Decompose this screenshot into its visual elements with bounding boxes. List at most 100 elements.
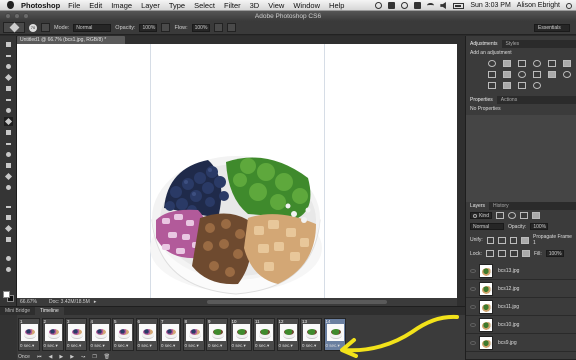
menu-window[interactable]: Window bbox=[293, 1, 320, 10]
previous-frame-icon[interactable]: ◀ bbox=[48, 354, 52, 360]
blur-tool[interactable] bbox=[4, 172, 13, 181]
healing-brush-tool[interactable] bbox=[4, 106, 13, 115]
eyedropper-tool[interactable] bbox=[4, 95, 13, 104]
frame-delay[interactable]: 0 sec.▾ bbox=[20, 343, 34, 349]
tween-icon[interactable]: ↝ bbox=[81, 354, 85, 360]
duplicate-frame-icon[interactable]: ❐ bbox=[92, 354, 96, 360]
mode-select[interactable]: Normal bbox=[73, 23, 112, 32]
unify-position-icon[interactable] bbox=[486, 236, 495, 244]
animation-frame[interactable]: 13 0 sec.▾ bbox=[300, 318, 322, 351]
menu-view[interactable]: View bbox=[268, 1, 284, 10]
loop-select[interactable]: Once bbox=[18, 354, 30, 360]
clone-stamp-tool[interactable] bbox=[4, 128, 13, 137]
eye-icon[interactable] bbox=[470, 304, 476, 309]
hand-tool[interactable] bbox=[4, 254, 13, 263]
minimize-button[interactable] bbox=[14, 13, 20, 19]
timemachine-icon[interactable] bbox=[401, 2, 409, 9]
hue-saturation-icon[interactable] bbox=[563, 60, 571, 67]
tool-preset-picker[interactable] bbox=[3, 22, 25, 33]
search-icon[interactable] bbox=[566, 2, 572, 9]
layer-row[interactable]: bcs12.jpg bbox=[466, 280, 576, 298]
brush-size-picker[interactable]: 70 bbox=[29, 23, 37, 32]
play-icon[interactable]: ▶ bbox=[59, 354, 63, 360]
color-lookup-icon[interactable] bbox=[548, 71, 556, 78]
frame-delay[interactable]: 0 sec.▾ bbox=[161, 343, 175, 349]
fill-field[interactable]: 100% bbox=[545, 250, 564, 257]
animation-frame[interactable]: 12 0 sec.▾ bbox=[276, 318, 299, 351]
frame-delay[interactable]: 0 sec.▾ bbox=[232, 343, 246, 349]
animation-frame[interactable]: 20 sec.▾ bbox=[41, 318, 64, 351]
crop-tool[interactable] bbox=[4, 84, 13, 93]
brush-tool[interactable] bbox=[4, 117, 13, 126]
animation-frame[interactable]: 10 0 sec.▾ bbox=[229, 318, 252, 351]
tab-properties[interactable]: Properties bbox=[466, 96, 497, 104]
panel-collapse-strip[interactable] bbox=[457, 36, 465, 306]
frame-delay[interactable]: 0 sec.▾ bbox=[279, 343, 293, 349]
frame-delay[interactable]: 0 sec.▾ bbox=[114, 343, 128, 349]
clock[interactable]: Sun 3:03 PM bbox=[470, 2, 510, 9]
pixel-filter-icon[interactable] bbox=[496, 212, 504, 219]
dodge-tool[interactable] bbox=[4, 183, 13, 192]
menu-3d[interactable]: 3D bbox=[250, 1, 260, 10]
frame-delay[interactable]: 0 sec.▾ bbox=[302, 343, 316, 349]
history-brush-tool[interactable] bbox=[4, 139, 13, 148]
selective-color-icon[interactable] bbox=[533, 82, 541, 89]
quick-selection-tool[interactable] bbox=[4, 73, 13, 82]
shape-tool[interactable] bbox=[4, 235, 13, 244]
zoom-level[interactable]: 66.67% bbox=[17, 299, 39, 305]
layer-row[interactable]: bcs11.jpg bbox=[466, 298, 576, 316]
frame-delay[interactable]: 0 sec.▾ bbox=[91, 343, 105, 349]
pressure-size-button[interactable] bbox=[226, 23, 236, 32]
frame-delay[interactable]: 0 sec.▾ bbox=[67, 343, 81, 349]
eraser-tool[interactable] bbox=[4, 150, 13, 159]
zoom-button[interactable] bbox=[23, 13, 29, 19]
invert-icon[interactable] bbox=[563, 71, 571, 78]
menu-select[interactable]: Select bbox=[194, 1, 215, 10]
shape-filter-icon[interactable] bbox=[532, 212, 540, 219]
gradient-map-icon[interactable] bbox=[518, 82, 526, 89]
menu-help[interactable]: Help bbox=[329, 1, 344, 10]
tab-mini-bridge[interactable]: Mini Bridge bbox=[0, 307, 35, 315]
battery-icon[interactable] bbox=[453, 2, 465, 9]
eye-icon[interactable] bbox=[470, 340, 476, 345]
animation-frame[interactable]: 70 sec.▾ bbox=[159, 318, 181, 351]
frame-delay[interactable]: 0 sec.▾ bbox=[255, 343, 269, 349]
pen-tool[interactable] bbox=[4, 202, 13, 211]
channel-mixer-icon[interactable] bbox=[533, 71, 541, 78]
animation-frame[interactable]: 14 0 sec.▾ bbox=[323, 318, 346, 351]
frame-delay[interactable]: 0 sec.▾ bbox=[326, 343, 340, 349]
brightness-icon[interactable] bbox=[488, 60, 496, 67]
levels-icon[interactable] bbox=[503, 60, 511, 67]
airbrush-button[interactable] bbox=[213, 23, 223, 32]
eye-icon[interactable] bbox=[470, 322, 476, 327]
bluetooth-icon[interactable] bbox=[414, 2, 422, 9]
lasso-tool[interactable] bbox=[4, 62, 13, 71]
lock-transparency-icon[interactable] bbox=[485, 250, 494, 257]
kind-filter-select[interactable]: Kind bbox=[470, 212, 492, 219]
lock-all-icon[interactable] bbox=[521, 250, 530, 257]
eye-icon[interactable] bbox=[470, 268, 476, 273]
tab-actions[interactable]: Actions bbox=[497, 96, 521, 104]
frame-delay[interactable]: 0 sec.▾ bbox=[208, 343, 222, 349]
user-name[interactable]: Alison Ebright bbox=[517, 2, 560, 9]
animation-frame[interactable]: 50 sec.▾ bbox=[112, 318, 134, 351]
black-white-icon[interactable] bbox=[503, 71, 511, 78]
tab-layers[interactable]: Layers bbox=[466, 202, 490, 210]
adjustment-filter-icon[interactable] bbox=[508, 212, 516, 219]
propagate-checkbox[interactable] bbox=[521, 236, 530, 244]
lock-pixels-icon[interactable] bbox=[497, 250, 506, 257]
animation-frame[interactable]: 80 sec.▾ bbox=[182, 318, 205, 351]
posterize-icon[interactable] bbox=[488, 82, 496, 89]
document-tab[interactable]: Untitled1 @ 66.7% (bcs1.jpg, RGB/8) * bbox=[17, 36, 125, 44]
layer-row[interactable]: bcs13.jpg bbox=[466, 262, 576, 280]
unify-visibility-icon[interactable] bbox=[498, 236, 506, 244]
exposure-icon[interactable] bbox=[533, 60, 541, 67]
next-frame-icon[interactable]: ▶ bbox=[70, 354, 74, 360]
animation-frame[interactable]: 11 0 sec.▾ bbox=[253, 318, 275, 351]
brush-panel-button[interactable] bbox=[41, 23, 50, 32]
threshold-icon[interactable] bbox=[503, 82, 511, 89]
color-balance-icon[interactable] bbox=[488, 71, 496, 78]
close-button[interactable] bbox=[5, 13, 11, 19]
tab-history[interactable]: History bbox=[489, 202, 513, 210]
status-menu-arrow-icon[interactable]: ▸ bbox=[94, 299, 97, 305]
